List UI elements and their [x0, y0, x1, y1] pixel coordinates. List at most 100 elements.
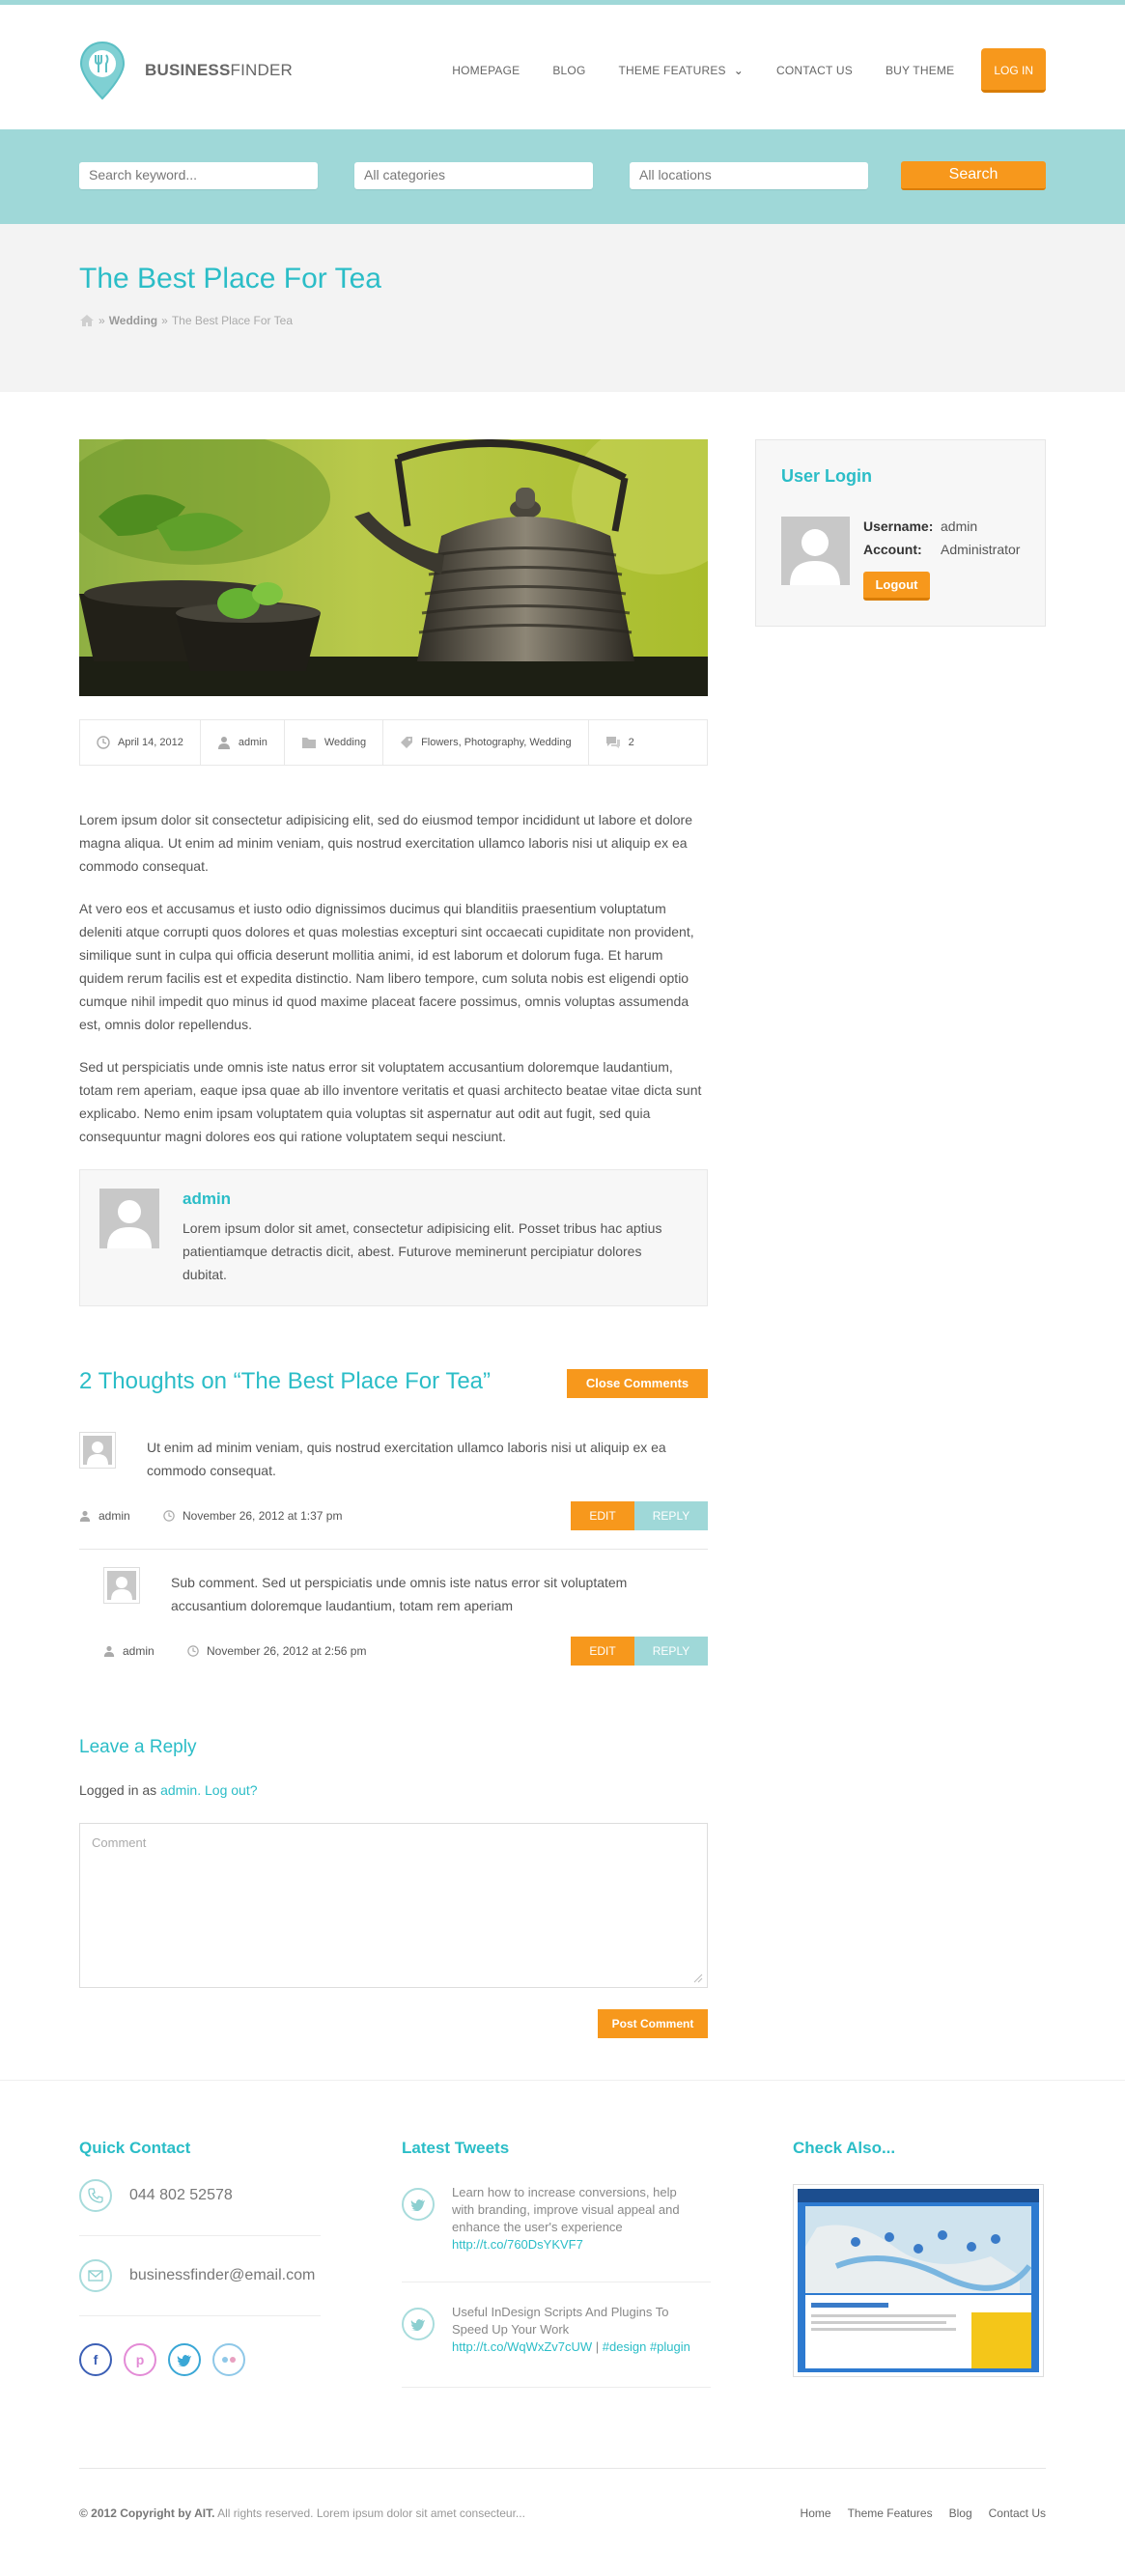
facebook-icon[interactable]: f — [79, 2343, 112, 2376]
nav-blog[interactable]: BLOG — [552, 64, 585, 77]
comment-author: admin — [103, 1644, 155, 1658]
comment-reply-button[interactable]: REPLY — [634, 1501, 708, 1530]
copyright-rest: All rights reserved. Lorem ipsum dolor s… — [217, 2506, 525, 2520]
default-avatar-icon — [87, 1442, 108, 1465]
contact-email[interactable]: businessfinder@email.com — [79, 2259, 315, 2292]
copyright-text: © 2012 Copyright by AIT. All rights rese… — [79, 2506, 525, 2520]
site-logo[interactable]: BUSINESSFINDER — [79, 41, 293, 100]
default-avatar-icon — [111, 1577, 132, 1600]
logout-link[interactable]: Log out? — [205, 1782, 258, 1798]
default-avatar-icon — [790, 529, 840, 585]
post-category[interactable]: Wedding — [285, 720, 384, 765]
logged-user-link[interactable]: admin. — [160, 1782, 201, 1798]
breadcrumb-category[interactable]: Wedding — [109, 314, 157, 327]
folder-icon — [301, 738, 316, 748]
site-header: BUSINESSFINDER HOMEPAGE BLOG THEME FEATU… — [0, 5, 1125, 129]
comment-date-text: November 26, 2012 at 2:56 pm — [207, 1644, 367, 1658]
nav-buy-theme[interactable]: BUY THEME — [886, 64, 954, 77]
default-avatar-icon — [107, 1200, 152, 1248]
post-meta-bar: April 14, 2012 admin Wedding Flowers, Ph… — [79, 719, 708, 766]
comment-placeholder: Comment — [92, 1835, 147, 1850]
logout-button[interactable]: Logout — [863, 572, 930, 601]
post-comments-count-text: 2 — [628, 737, 634, 748]
comments-icon — [605, 737, 620, 748]
footer-link-blog[interactable]: Blog — [949, 2506, 972, 2520]
post-category-text: Wedding — [323, 737, 367, 748]
author-avatar — [99, 1189, 159, 1248]
account-label: Account: — [863, 542, 922, 557]
breadcrumb: » Wedding » The Best Place For Tea — [79, 314, 293, 327]
username-label: Username: — [863, 518, 934, 534]
envelope-icon — [79, 2259, 112, 2292]
nav-contact-us[interactable]: CONTACT US — [776, 64, 853, 77]
category-select[interactable]: All categories — [354, 162, 593, 189]
copyright-owner: © 2012 Copyright by AIT. — [79, 2506, 215, 2520]
comment-divider — [79, 1549, 708, 1550]
login-button[interactable]: LOG IN — [981, 48, 1046, 93]
tweet-hashtags[interactable]: #design #plugin — [603, 2339, 690, 2354]
logo-text: BUSINESSFINDER — [145, 61, 293, 79]
footer-divider — [79, 2315, 321, 2316]
footer-divider — [402, 2387, 711, 2388]
check-also-thumbnail[interactable] — [793, 2184, 1044, 2377]
user-icon — [217, 737, 230, 749]
tweet-link[interactable]: http://t.co/760DsYKVF7 — [452, 2237, 583, 2252]
chevron-down-icon: ⌄ — [733, 64, 745, 77]
comments-heading: 2 Thoughts on “The Best Place For Tea” — [79, 1368, 492, 1394]
location-select[interactable]: All locations — [630, 162, 868, 189]
contact-phone-text: 044 802 52578 — [129, 2187, 233, 2203]
comment-reply-button[interactable]: REPLY — [634, 1637, 708, 1666]
account-row: Account: Administrator — [863, 542, 1020, 557]
breadcrumb-current: The Best Place For Tea — [171, 314, 293, 327]
comment-avatar — [103, 1567, 140, 1604]
theme-preview-screenshot — [798, 2189, 1039, 2372]
footer-link-home[interactable]: Home — [801, 2506, 831, 2520]
resize-handle-icon[interactable] — [691, 1972, 703, 1983]
comment-date: November 26, 2012 at 2:56 pm — [187, 1644, 366, 1658]
post-date: April 14, 2012 — [80, 720, 201, 765]
home-icon[interactable] — [79, 314, 95, 327]
footer-bottom-divider — [79, 2468, 1046, 2469]
footer-link-contact-us[interactable]: Contact Us — [989, 2506, 1046, 2520]
comment-date: November 26, 2012 at 1:37 pm — [163, 1509, 342, 1523]
map-pin-logo-icon — [79, 41, 126, 100]
comment-edit-button[interactable]: EDIT — [571, 1637, 634, 1666]
quick-contact-title: Quick Contact — [79, 2139, 191, 2157]
comment-edit-button[interactable]: EDIT — [571, 1501, 634, 1530]
tag-icon — [401, 737, 413, 748]
keyword-search-input[interactable]: Search keyword... — [79, 162, 318, 189]
clock-icon — [97, 736, 110, 749]
pinterest-icon[interactable]: p — [124, 2343, 156, 2376]
comment-avatar — [79, 1432, 116, 1469]
post-author[interactable]: admin — [201, 720, 285, 765]
breadcrumb-separator: » — [161, 314, 168, 327]
twitter-icon[interactable] — [168, 2343, 201, 2376]
user-login-widget: User Login Username: admin Account: Admini… — [755, 439, 1046, 627]
author-box: admin Lorem ipsum dolor sit amet, consec… — [79, 1169, 708, 1306]
post-featured-image — [79, 439, 708, 696]
flickr-icon[interactable] — [212, 2343, 245, 2376]
post-date-text: April 14, 2012 — [118, 737, 183, 748]
check-also-title: Check Also... — [793, 2139, 896, 2157]
post-comments-count[interactable]: 2 — [589, 720, 651, 765]
comment-textarea[interactable]: Comment — [79, 1823, 708, 1988]
close-comments-button[interactable]: Close Comments — [567, 1369, 708, 1398]
footer-divider — [79, 2235, 321, 2236]
phone-icon — [79, 2179, 112, 2212]
post-comment-button[interactable]: Post Comment — [598, 2009, 708, 2038]
tweet-body: Learn how to increase conversions, help … — [452, 2185, 680, 2234]
post-paragraph: At vero eos et accusamus et iusto odio d… — [79, 901, 694, 1032]
post-tags[interactable]: Flowers, Photography, Wedding — [383, 720, 589, 765]
author-name[interactable]: admin — [183, 1190, 231, 1209]
social-links: f p — [79, 2343, 257, 2376]
comment-author-text: admin — [98, 1509, 130, 1523]
tweet-link[interactable]: http://t.co/WqWxZv7cUW — [452, 2339, 592, 2354]
search-button[interactable]: Search — [901, 161, 1046, 190]
logged-in-prefix: Logged in as — [79, 1782, 157, 1798]
comment-date-text: November 26, 2012 at 1:37 pm — [183, 1509, 343, 1523]
tweet-item: Useful InDesign Scripts And Plugins To S… — [402, 2304, 711, 2381]
search-bar: Search keyword... All categories All loc… — [0, 129, 1125, 224]
nav-theme-features[interactable]: THEME FEATURES ⌄ — [619, 64, 745, 77]
nav-homepage[interactable]: HOMEPAGE — [452, 64, 520, 77]
footer-link-theme-features[interactable]: Theme Features — [848, 2506, 933, 2520]
